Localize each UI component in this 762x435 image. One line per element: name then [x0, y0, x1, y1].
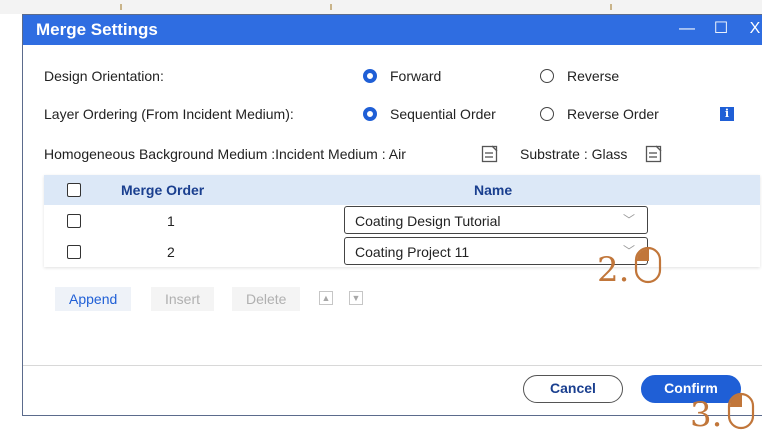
dialog-title: Merge Settings	[36, 20, 158, 39]
cancel-button[interactable]: Cancel	[523, 375, 623, 403]
footer-divider	[23, 365, 762, 366]
background-mark	[120, 4, 122, 10]
title-bar[interactable]: Merge Settings — ☐ X	[23, 15, 762, 45]
merge-settings-dialog: Merge Settings — ☐ X Design Orientation:…	[22, 14, 762, 416]
name-select[interactable]: Coating Design Tutorial ﹀	[344, 206, 648, 234]
background-medium-label: Homogeneous Background Medium :Incident …	[44, 146, 406, 162]
forward-label[interactable]: Forward	[390, 68, 441, 84]
sequential-order-label[interactable]: Sequential Order	[390, 106, 496, 122]
step-3-marker: 3.	[690, 395, 723, 435]
edit-substrate-icon[interactable]	[645, 145, 663, 163]
background-mark	[330, 4, 332, 10]
reverse-radio[interactable]	[540, 69, 554, 83]
arrow-down-icon[interactable]: ▼	[349, 291, 363, 305]
background-window	[0, 0, 762, 14]
mouse-icon	[634, 246, 662, 284]
info-icon[interactable]: i	[720, 107, 734, 121]
step-2-marker: 2.	[597, 250, 630, 290]
maximize-button[interactable]: ☐	[710, 18, 732, 40]
reverse-order-label[interactable]: Reverse Order	[567, 106, 659, 122]
forward-radio[interactable]	[363, 69, 377, 83]
name-header[interactable]: Name	[474, 182, 512, 198]
sequential-order-radio[interactable]	[363, 107, 377, 121]
background-mark	[610, 4, 612, 10]
chevron-down-icon: ﹀	[622, 213, 635, 227]
select-all-checkbox[interactable]	[67, 183, 81, 197]
name-select-value: Coating Design Tutorial	[355, 213, 501, 229]
reverse-label[interactable]: Reverse	[567, 68, 619, 84]
row-order: 2	[167, 244, 175, 260]
append-button[interactable]: Append	[55, 287, 132, 311]
substrate-label: Substrate : Glass	[520, 146, 628, 162]
row-order: 1	[167, 213, 175, 229]
edit-incident-medium-icon[interactable]	[481, 145, 499, 163]
insert-button[interactable]: Insert	[151, 287, 215, 311]
name-select-value: Coating Project 11	[355, 244, 470, 260]
minimize-button[interactable]: —	[676, 18, 698, 40]
delete-button[interactable]: Delete	[232, 287, 301, 311]
reverse-order-radio[interactable]	[540, 107, 554, 121]
row-checkbox[interactable]	[67, 245, 81, 259]
arrow-up-icon[interactable]: ▲	[319, 291, 333, 305]
design-orientation-label: Design Orientation:	[44, 68, 164, 84]
merge-order-header: Merge Order	[121, 182, 205, 198]
close-button[interactable]: X	[744, 18, 762, 40]
table-header: Merge Order Name	[44, 175, 760, 205]
row-checkbox[interactable]	[67, 214, 81, 228]
mouse-icon	[727, 392, 755, 430]
layer-ordering-label: Layer Ordering (From Incident Medium):	[44, 106, 294, 122]
